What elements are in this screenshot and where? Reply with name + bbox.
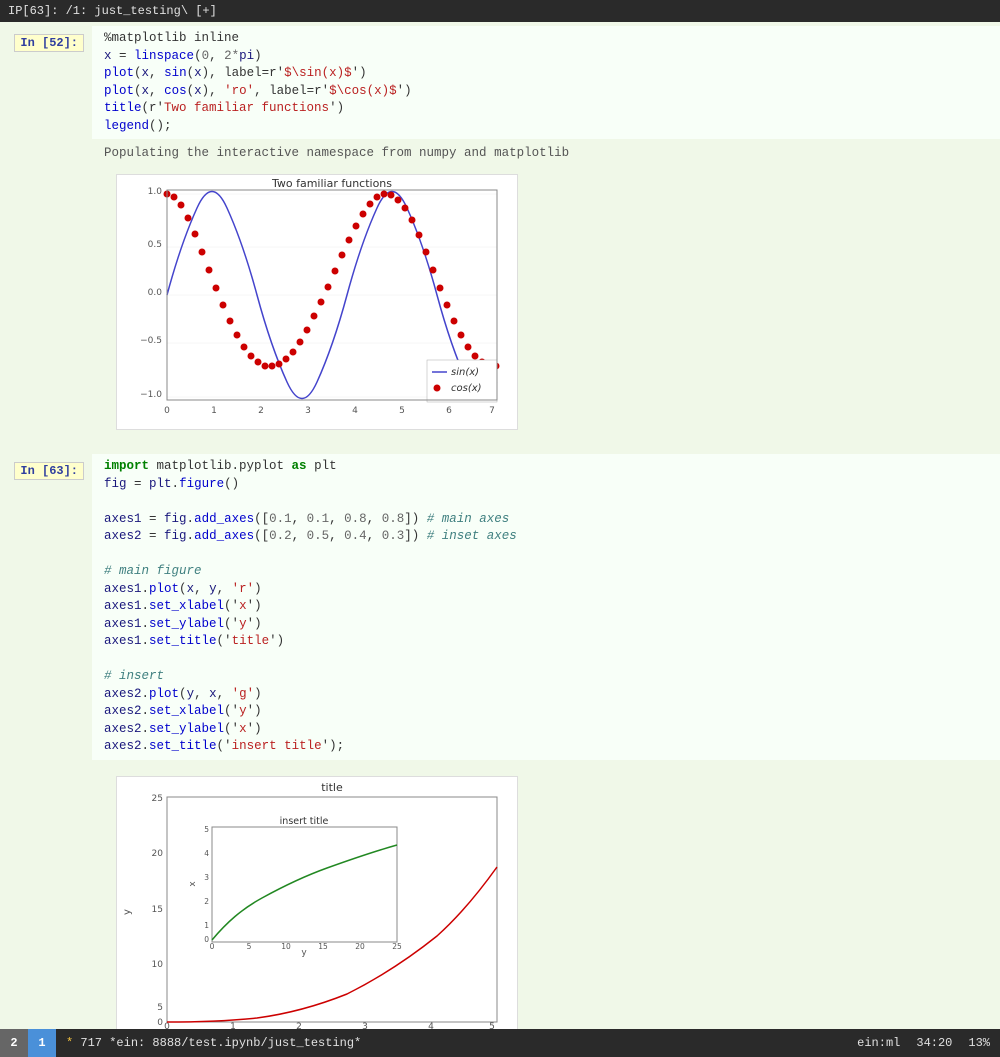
prompt-63: In [63]: bbox=[14, 462, 84, 480]
svg-text:insert title: insert title bbox=[280, 816, 329, 827]
svg-text:3: 3 bbox=[362, 1022, 368, 1030]
svg-text:0: 0 bbox=[164, 1022, 170, 1030]
svg-text:4: 4 bbox=[428, 1022, 434, 1030]
title-text: IP[63]: /1: just_testing\ [+] bbox=[8, 4, 217, 18]
svg-text:0: 0 bbox=[157, 1018, 163, 1028]
svg-text:1: 1 bbox=[211, 406, 217, 416]
plot-2-container: title y x 25 20 15 10 5 0 0 bbox=[116, 776, 518, 1030]
svg-text:5: 5 bbox=[489, 1022, 495, 1030]
svg-text:3: 3 bbox=[305, 406, 311, 416]
svg-text:0: 0 bbox=[210, 942, 215, 951]
svg-text:2: 2 bbox=[258, 406, 264, 416]
svg-text:y: y bbox=[122, 908, 133, 914]
status-star: * bbox=[66, 1036, 80, 1050]
notebook[interactable]: In [52]: %matplotlib inline x = linspace… bbox=[0, 22, 1000, 1029]
svg-text:0: 0 bbox=[204, 935, 209, 944]
svg-text:6: 6 bbox=[446, 406, 452, 416]
svg-text:5: 5 bbox=[157, 1003, 163, 1013]
status-middle: * 717 *ein: 8888/test.ipynb/just_testing… bbox=[56, 1036, 857, 1050]
svg-text:10: 10 bbox=[281, 942, 291, 951]
svg-text:0.5: 0.5 bbox=[148, 240, 162, 250]
svg-text:2: 2 bbox=[204, 897, 209, 906]
status-position: 34:20 bbox=[916, 1036, 952, 1050]
status-right: ein:ml 34:20 13% bbox=[857, 1036, 1000, 1050]
code-63: import matplotlib.pyplot as plt fig = pl… bbox=[104, 458, 992, 756]
code-cell-63[interactable]: import matplotlib.pyplot as plt fig = pl… bbox=[92, 454, 1000, 760]
svg-text:2: 2 bbox=[296, 1022, 302, 1030]
svg-text:y: y bbox=[301, 948, 307, 958]
svg-text:7: 7 bbox=[489, 406, 495, 416]
svg-text:−0.5: −0.5 bbox=[140, 336, 162, 346]
svg-text:x: x bbox=[188, 880, 198, 886]
svg-text:title: title bbox=[321, 781, 343, 794]
status-percent: 13% bbox=[968, 1036, 990, 1050]
svg-text:20: 20 bbox=[152, 849, 164, 859]
svg-text:25: 25 bbox=[392, 942, 402, 951]
prompt-52: In [52]: bbox=[14, 34, 84, 52]
plot-1-container: Two familiar functions 1.0 0.5 0.0 −0.5 … bbox=[116, 174, 518, 430]
svg-text:5: 5 bbox=[399, 406, 405, 416]
status-left: 2 1 bbox=[0, 1029, 56, 1057]
svg-text:25: 25 bbox=[152, 794, 163, 804]
svg-text:1.0: 1.0 bbox=[148, 187, 163, 197]
svg-text:cos(x): cos(x) bbox=[451, 383, 482, 394]
svg-text:1: 1 bbox=[230, 1022, 236, 1030]
svg-text:15: 15 bbox=[152, 905, 163, 915]
status-linecount: 717 bbox=[80, 1036, 102, 1050]
output-text-52: Populating the interactive namespace fro… bbox=[104, 146, 569, 160]
plot-1-svg: Two familiar functions 1.0 0.5 0.0 −0.5 … bbox=[117, 175, 517, 425]
plot-2-svg: title y x 25 20 15 10 5 0 0 bbox=[117, 777, 517, 1030]
code-cell-52[interactable]: %matplotlib inline x = linspace(0, 2*pi)… bbox=[92, 26, 1000, 139]
svg-text:4: 4 bbox=[352, 406, 358, 416]
svg-text:0: 0 bbox=[164, 406, 170, 416]
svg-text:−1.0: −1.0 bbox=[140, 390, 162, 400]
svg-text:10: 10 bbox=[152, 960, 164, 970]
svg-text:Two familiar functions: Two familiar functions bbox=[271, 177, 392, 190]
svg-text:3: 3 bbox=[204, 873, 209, 882]
status-num-2: 2 bbox=[0, 1029, 28, 1057]
cell-1: In [52]: %matplotlib inline x = linspace… bbox=[0, 22, 1000, 450]
svg-text:1: 1 bbox=[204, 921, 209, 930]
code-52: %matplotlib inline x = linspace(0, 2*pi)… bbox=[104, 30, 992, 135]
cell-2: In [63]: import matplotlib.pyplot as plt… bbox=[0, 450, 1000, 1029]
svg-text:4: 4 bbox=[204, 849, 209, 858]
status-mode: ein:ml bbox=[857, 1036, 900, 1050]
svg-text:5: 5 bbox=[247, 942, 252, 951]
status-num-1: 1 bbox=[28, 1029, 56, 1057]
status-filename-text: *ein: 8888/test.ipynb/just_testing* bbox=[109, 1036, 361, 1050]
svg-text:sin(x): sin(x) bbox=[451, 367, 479, 378]
svg-text:15: 15 bbox=[318, 942, 328, 951]
svg-text:5: 5 bbox=[204, 825, 209, 834]
title-bar: IP[63]: /1: just_testing\ [+] bbox=[0, 0, 1000, 22]
svg-text:0.0: 0.0 bbox=[148, 288, 163, 298]
status-bar: 2 1 * 717 *ein: 8888/test.ipynb/just_tes… bbox=[0, 1029, 1000, 1057]
svg-text:20: 20 bbox=[355, 942, 365, 951]
